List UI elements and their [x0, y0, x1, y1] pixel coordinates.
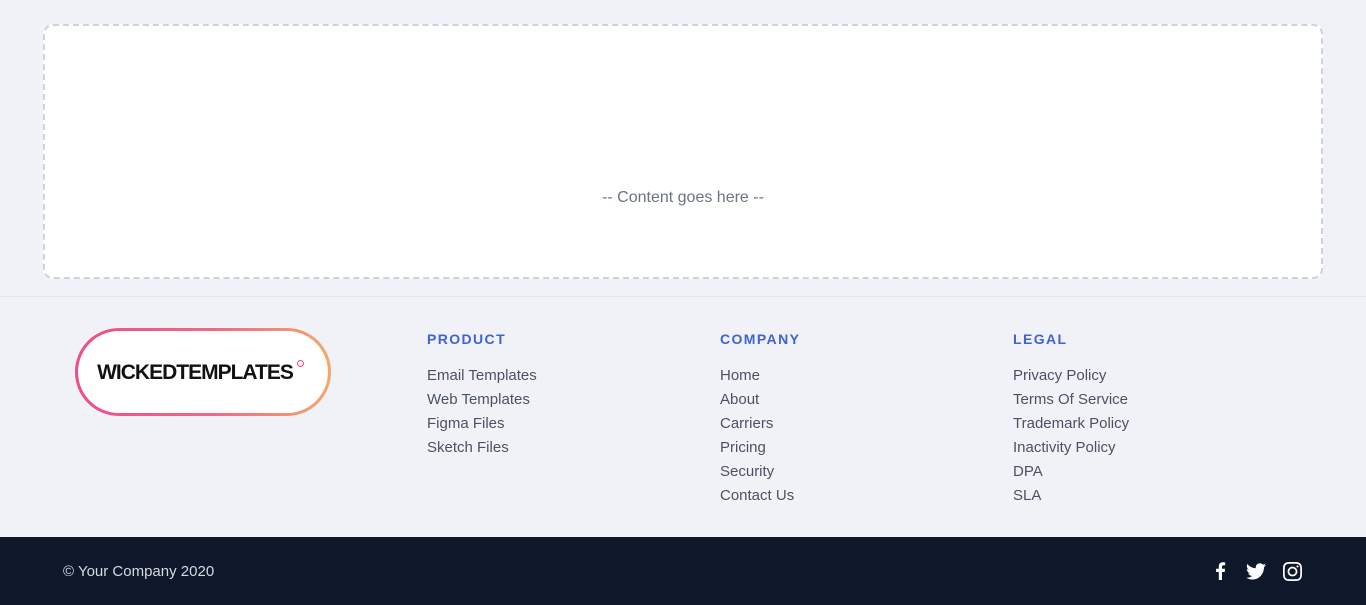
brand-logo-text: WICKEDTEMPLATES — [97, 361, 294, 384]
content-placeholder-text: -- Content goes here -- — [602, 188, 764, 206]
footer-link-privacy-policy[interactable]: Privacy Policy — [1013, 364, 1129, 388]
footer-link-figma-files[interactable]: Figma Files — [427, 412, 537, 436]
footer-link-contact-us[interactable]: Contact Us — [720, 484, 800, 508]
footer-link-inactivity-policy[interactable]: Inactivity Policy — [1013, 436, 1129, 460]
footer-link-dpa[interactable]: DPA — [1013, 460, 1129, 484]
footer-column-product: PRODUCT Email Templates Web Templates Fi… — [427, 331, 537, 460]
footer-link-sketch-files[interactable]: Sketch Files — [427, 436, 537, 460]
content-placeholder-area: -- Content goes here -- — [43, 24, 1323, 279]
facebook-icon[interactable] — [1210, 561, 1230, 581]
footer-bottom-bar: © Your Company 2020 — [0, 537, 1366, 605]
footer-link-carriers[interactable]: Carriers — [720, 412, 800, 436]
social-links — [1210, 561, 1302, 581]
footer-column-company: COMPANY Home About Carriers Pricing Secu… — [720, 331, 800, 508]
footer-link-web-templates[interactable]: Web Templates — [427, 388, 537, 412]
footer-link-pricing[interactable]: Pricing — [720, 436, 800, 460]
registered-mark-icon — [297, 360, 304, 367]
twitter-icon[interactable] — [1246, 561, 1266, 581]
footer-link-terms-of-service[interactable]: Terms Of Service — [1013, 388, 1129, 412]
column-heading: LEGAL — [1013, 331, 1068, 347]
brand-logo[interactable]: WICKEDTEMPLATES — [75, 328, 331, 416]
column-heading: PRODUCT — [427, 331, 507, 347]
footer-link-home[interactable]: Home — [720, 364, 800, 388]
instagram-icon[interactable] — [1282, 561, 1302, 581]
footer-link-sla[interactable]: SLA — [1013, 484, 1129, 508]
copyright-text: © Your Company 2020 — [63, 562, 215, 580]
footer-divider — [0, 296, 1366, 297]
footer-link-security[interactable]: Security — [720, 460, 800, 484]
footer-link-email-templates[interactable]: Email Templates — [427, 364, 537, 388]
footer-column-legal: LEGAL Privacy Policy Terms Of Service Tr… — [1013, 331, 1129, 508]
column-heading: COMPANY — [720, 331, 801, 347]
footer-link-trademark-policy[interactable]: Trademark Policy — [1013, 412, 1129, 436]
footer-link-about[interactable]: About — [720, 388, 800, 412]
